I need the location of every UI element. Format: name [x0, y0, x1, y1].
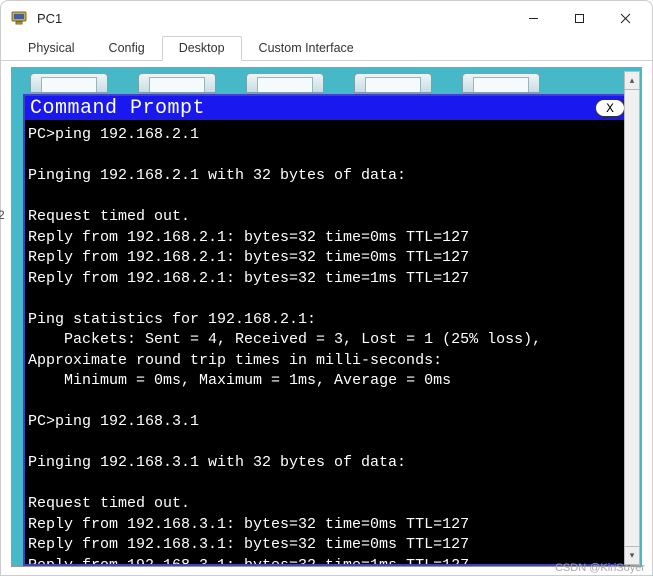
desktop-app-icon[interactable] — [354, 73, 432, 93]
tab-bar: Physical Config Desktop Custom Interface — [1, 35, 652, 61]
close-button[interactable] — [602, 3, 648, 33]
left-axis-fragment: 2 — [0, 191, 5, 239]
desktop-app-icon[interactable] — [138, 73, 216, 93]
scroll-up-button[interactable]: ▴ — [625, 72, 639, 90]
minimize-button[interactable] — [510, 3, 556, 33]
desktop-icon-row — [12, 68, 641, 93]
command-prompt-window: Command Prompt X PC>ping 192.168.2.1 Pin… — [23, 94, 630, 566]
command-prompt-title: Command Prompt — [30, 97, 205, 120]
maximize-button[interactable] — [556, 3, 602, 33]
pc-icon — [11, 11, 29, 25]
desktop-area: Command Prompt X PC>ping 192.168.2.1 Pin… — [11, 67, 642, 567]
command-prompt-titlebar[interactable]: Command Prompt X — [25, 96, 628, 120]
app-window: PC1 Physical Config Desktop Custom Inter… — [0, 0, 653, 576]
desktop-app-icon[interactable] — [30, 73, 108, 93]
window-titlebar: PC1 — [1, 1, 652, 35]
scroll-track[interactable] — [625, 90, 639, 546]
command-prompt-body[interactable]: PC>ping 192.168.2.1 Pinging 192.168.2.1 … — [25, 120, 628, 564]
window-controls — [510, 3, 648, 33]
desktop-app-icon[interactable] — [246, 73, 324, 93]
tab-config[interactable]: Config — [92, 36, 162, 61]
watermark: CSDN @KiriSoyer — [555, 562, 645, 574]
titlebar-left: PC1 — [11, 11, 62, 26]
tab-physical[interactable]: Physical — [11, 36, 92, 61]
tab-desktop[interactable]: Desktop — [162, 36, 242, 61]
desktop-app-icon[interactable] — [462, 73, 540, 93]
tab-custom-interface[interactable]: Custom Interface — [242, 36, 371, 61]
command-prompt-close-button[interactable]: X — [595, 99, 625, 117]
vertical-scrollbar[interactable]: ▴ ▾ — [624, 71, 640, 565]
window-title: PC1 — [37, 11, 62, 26]
